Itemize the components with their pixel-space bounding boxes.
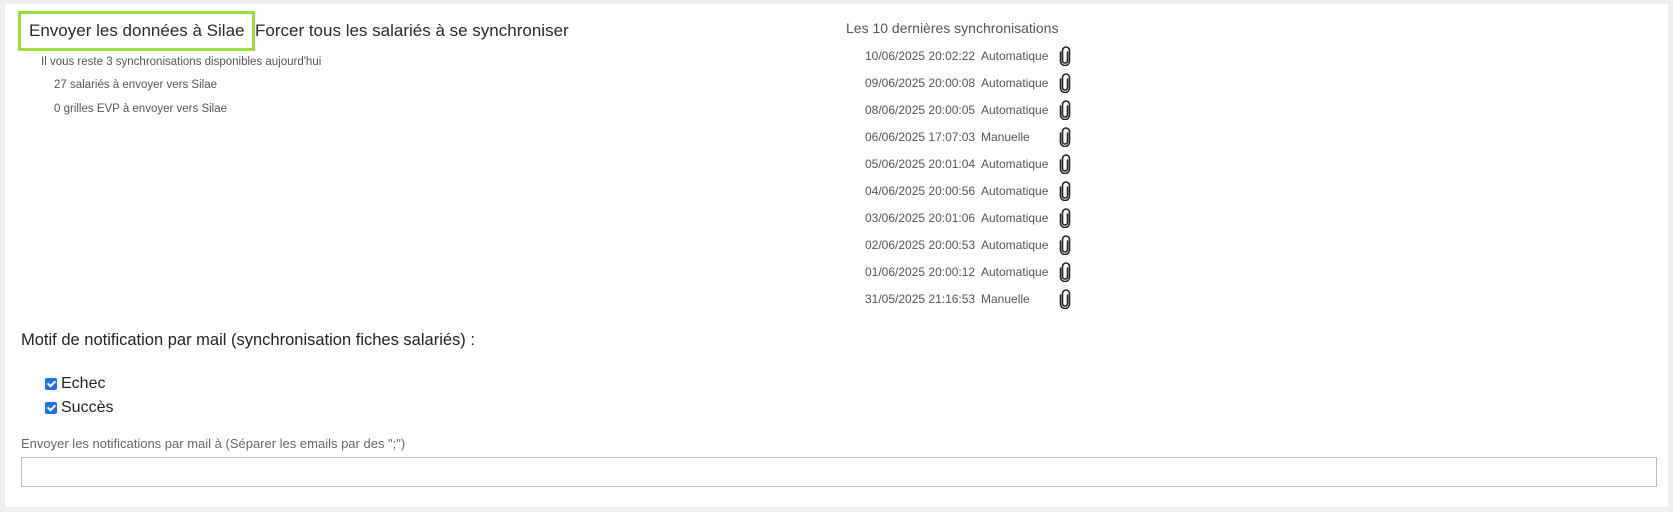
sync-panel: Envoyer les données à Silae Forcer tous … xyxy=(5,4,1668,507)
success-checkbox[interactable] xyxy=(45,402,57,414)
sync-history-row: 10/06/2025 20:02:22 Automatique xyxy=(865,42,1072,69)
sync-history-row: 03/06/2025 20:01:06 Automatique xyxy=(865,205,1072,232)
sync-type: Automatique xyxy=(981,48,1049,63)
failure-notification-option[interactable]: Echec xyxy=(45,375,105,393)
sync-type: Manuelle xyxy=(981,129,1030,144)
email-recipients-input[interactable] xyxy=(21,457,1657,487)
sync-date: 08/06/2025 20:00:05 xyxy=(865,102,976,117)
sync-type: Automatique xyxy=(981,102,1049,117)
email-recipients-label: Envoyer les notifications par mail à (Sé… xyxy=(21,436,406,451)
sync-history-row: 04/06/2025 20:00:56 Automatique xyxy=(865,177,1072,204)
sync-type: Automatique xyxy=(981,156,1049,171)
sync-type: Manuelle xyxy=(981,292,1030,307)
paperclip-icon[interactable] xyxy=(1058,99,1072,120)
send-to-silae-button[interactable]: Envoyer les données à Silae xyxy=(18,11,256,51)
paperclip-icon[interactable] xyxy=(1058,72,1072,93)
sync-type: Automatique xyxy=(981,265,1049,280)
sync-history-title: Les 10 dernières synchronisations xyxy=(846,20,1059,36)
sync-type: Automatique xyxy=(981,238,1049,253)
sync-date: 10/06/2025 20:02:22 xyxy=(865,48,976,63)
sync-date: 31/05/2025 21:16:53 xyxy=(865,292,976,307)
paperclip-icon[interactable] xyxy=(1058,235,1072,256)
sync-history-row: 08/06/2025 20:00:05 Automatique xyxy=(865,96,1072,123)
success-notification-option[interactable]: Succès xyxy=(45,399,113,417)
sync-date: 02/06/2025 20:00:53 xyxy=(865,238,976,253)
paperclip-icon[interactable] xyxy=(1058,127,1072,147)
sync-history-row: 09/06/2025 20:00:08 Automatique xyxy=(865,69,1072,96)
failure-checkbox-label: Echec xyxy=(61,375,106,392)
sync-history-row: 05/06/2025 20:01:04 Automatique xyxy=(865,150,1072,177)
paperclip-icon[interactable] xyxy=(1058,181,1072,202)
sync-history-row: 02/06/2025 20:00:53 Automatique xyxy=(865,232,1072,259)
sync-date: 06/06/2025 17:07:03 xyxy=(865,129,976,144)
sync-date: 05/06/2025 20:01:04 xyxy=(865,156,976,171)
sync-history-row: 31/05/2025 21:16:53 Manuelle xyxy=(865,286,1072,313)
force-sync-all-button[interactable]: Forcer tous les salariés à se synchronis… xyxy=(255,21,569,41)
remaining-syncs-text: Il vous reste 3 synchronisations disponi… xyxy=(41,56,322,68)
sync-date: 03/06/2025 20:01:06 xyxy=(865,211,976,226)
success-checkbox-label: Succès xyxy=(61,399,114,416)
paperclip-icon[interactable] xyxy=(1058,262,1072,283)
sync-history-row: 01/06/2025 20:00:12 Automatique xyxy=(865,259,1072,286)
paperclip-icon[interactable] xyxy=(1058,45,1072,66)
employees-to-send-text: 27 salariés à envoyer vers Silae xyxy=(54,79,217,91)
sync-history-list: 10/06/2025 20:02:22 Automatique 09/06/20… xyxy=(865,42,1072,313)
paperclip-icon[interactable] xyxy=(1058,154,1072,174)
notification-reason-title: Motif de notification par mail (synchron… xyxy=(21,331,475,349)
sync-date: 09/06/2025 20:00:08 xyxy=(865,75,976,90)
sync-type: Automatique xyxy=(981,75,1049,90)
sync-history-row: 06/06/2025 17:07:03 Manuelle xyxy=(865,123,1072,150)
sync-date: 04/06/2025 20:00:56 xyxy=(865,184,976,199)
paperclip-icon[interactable] xyxy=(1058,289,1072,310)
sync-type: Automatique xyxy=(981,184,1049,199)
evp-grids-to-send-text: 0 grilles EVP à envoyer vers Silae xyxy=(54,103,228,115)
paperclip-icon[interactable] xyxy=(1058,208,1072,229)
sync-type: Automatique xyxy=(981,211,1049,226)
sync-date: 01/06/2025 20:00:12 xyxy=(865,265,976,280)
failure-checkbox[interactable] xyxy=(45,378,57,390)
